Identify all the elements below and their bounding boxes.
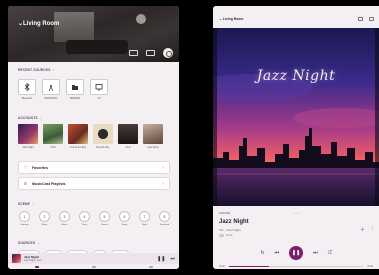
- playback-controls: ↻ ⏮ ❚❚ ⏭ ⤮: [213, 246, 379, 260]
- album-thumbnail: [68, 124, 88, 144]
- album-art-title: Jazz Night: [256, 68, 336, 84]
- mini-player-subtitle: Jazz Night - Live: [24, 259, 42, 262]
- scenes-list: 1 Morning 2 Relax 3 Movie 4 Party 5 Dinner 6S…: [18, 211, 171, 227]
- room-title[interactable]: ⌄Living Room: [18, 20, 59, 27]
- page-indicator: • • • • •: [293, 211, 302, 215]
- nav-tab-settings[interactable]: [148, 265, 153, 268]
- scene-button[interactable]: 1 Morning: [18, 211, 31, 227]
- chevron-right-icon: ›: [162, 180, 164, 187]
- playlists-row[interactable]: ≡ MusicCast Playlists ›: [18, 177, 170, 190]
- recent-source-bluetooth[interactable]: Bluetooth: [18, 79, 36, 100]
- previous-icon[interactable]: ⏮: [275, 250, 280, 256]
- header-window-decor: [54, 12, 94, 42]
- source-label: SERVER: [219, 211, 231, 215]
- album-thumbnail: [143, 124, 163, 144]
- playlist-icon: ≡: [24, 180, 27, 187]
- mini-album-art: [12, 254, 21, 263]
- quality-icon: [219, 234, 224, 237]
- time-total: 4:30: [367, 264, 373, 268]
- favorites-row[interactable]: ♡ Favorites ›: [18, 161, 170, 174]
- scene-button[interactable]: 8 Weekend: [158, 211, 171, 227]
- quality-label: FLAC: [226, 234, 233, 237]
- chevron-down-icon: ⌄: [37, 241, 41, 245]
- nav-tab-home[interactable]: [34, 265, 39, 268]
- account-item[interactable]: Late Show: [143, 124, 163, 149]
- recent-source-tv[interactable]: TV: [90, 79, 108, 100]
- mini-player[interactable]: Jazz Night Jazz Night - Live ❚❚ ⏭: [8, 253, 179, 264]
- chevron-down-icon: ⌄: [219, 17, 222, 21]
- add-icon[interactable]: ＋: [360, 226, 365, 233]
- header-sofa-decor: [66, 40, 128, 54]
- room-header-image: ⌄Living Room: [8, 6, 179, 62]
- account-item[interactable]: Jazz Night: [18, 124, 38, 149]
- recent-source-server[interactable]: SERVER: [66, 79, 84, 100]
- account-item[interactable]: Live at the Bay: [68, 124, 88, 149]
- track-artist: Vol. - Jazz Night: [219, 228, 241, 232]
- more-vertical-icon[interactable]: ⋮: [370, 226, 375, 233]
- sources-label[interactable]: SOURCES ⌄: [18, 241, 40, 245]
- chevron-down-icon: ⌄: [39, 116, 43, 120]
- account-item[interactable]: Chill: [43, 124, 63, 149]
- room-header-icons: [129, 48, 173, 58]
- room-screen: ⌄Living Room RECENT SOURCES › Bluetooth N…: [8, 6, 179, 269]
- progress-bar[interactable]: [228, 265, 364, 267]
- album-thumbnail: [118, 124, 138, 144]
- link-icon[interactable]: [146, 50, 155, 56]
- scene-button[interactable]: 6 Study: [118, 211, 131, 227]
- bottom-nav: [8, 264, 179, 269]
- album-art: [213, 28, 379, 206]
- account-item[interactable]: Record Play: [93, 124, 113, 149]
- now-playing-topbar: ⌄ Living Room: [213, 6, 379, 28]
- chevron-down-icon: ⌄: [31, 202, 35, 206]
- folder-icon: [72, 85, 78, 90]
- scenes-label[interactable]: SCENE ⌄: [18, 202, 35, 206]
- album-thumbnail: [43, 124, 63, 144]
- account-item[interactable]: Vinyl: [118, 124, 138, 149]
- scene-button[interactable]: 4 Party: [78, 211, 91, 227]
- next-icon[interactable]: ⏭: [313, 250, 318, 256]
- accounts-label[interactable]: ACCOUNTS ⌄: [18, 116, 43, 120]
- progress-fill: [228, 265, 270, 267]
- repeat-icon[interactable]: ↻: [260, 250, 264, 256]
- now-playing-screen: ⌄ Living Room Jazz Night SERVER • • • • …: [213, 6, 379, 269]
- recent-sources-list: Bluetooth NETRADIO SERVER TV: [18, 79, 108, 100]
- pause-button[interactable]: ❚❚: [289, 246, 304, 260]
- accounts-list: Jazz Night Chill Live at the Bay Record …: [18, 124, 163, 149]
- album-thumbnail: [18, 124, 38, 144]
- header-lamp-decor: [136, 14, 146, 24]
- recent-source-netradio[interactable]: NETRADIO: [42, 79, 60, 100]
- recent-sources-label[interactable]: RECENT SOURCES ›: [18, 68, 54, 72]
- power-icon[interactable]: [163, 48, 173, 58]
- settings-icon[interactable]: [129, 50, 138, 56]
- chevron-right-icon: ›: [162, 164, 164, 171]
- next-icon[interactable]: ⏭: [170, 256, 175, 262]
- antenna-icon: [48, 85, 54, 91]
- more-icon[interactable]: [369, 17, 374, 21]
- track-title: Jazz Night: [219, 219, 249, 225]
- pause-icon: ❚❚: [291, 250, 301, 256]
- heart-icon: ♡: [24, 164, 29, 171]
- bluetooth-icon: [24, 83, 30, 91]
- room-selector[interactable]: ⌄ Living Room: [219, 17, 243, 21]
- pause-icon[interactable]: ❚❚: [157, 256, 165, 262]
- time-elapsed: 0:12: [219, 264, 225, 268]
- tv-icon: [95, 84, 103, 91]
- scene-button[interactable]: 7 Night: [138, 211, 151, 227]
- chevron-right-icon: ›: [52, 68, 54, 72]
- scene-button[interactable]: 2 Relax: [38, 211, 51, 227]
- nav-tab-rooms[interactable]: [91, 265, 96, 268]
- scene-button[interactable]: 3 Movie: [58, 211, 71, 227]
- shuffle-icon[interactable]: ⤮: [328, 250, 332, 256]
- album-thumbnail: [93, 124, 113, 144]
- queue-icon[interactable]: [358, 17, 363, 21]
- scene-button[interactable]: 5 Dinner: [98, 211, 111, 227]
